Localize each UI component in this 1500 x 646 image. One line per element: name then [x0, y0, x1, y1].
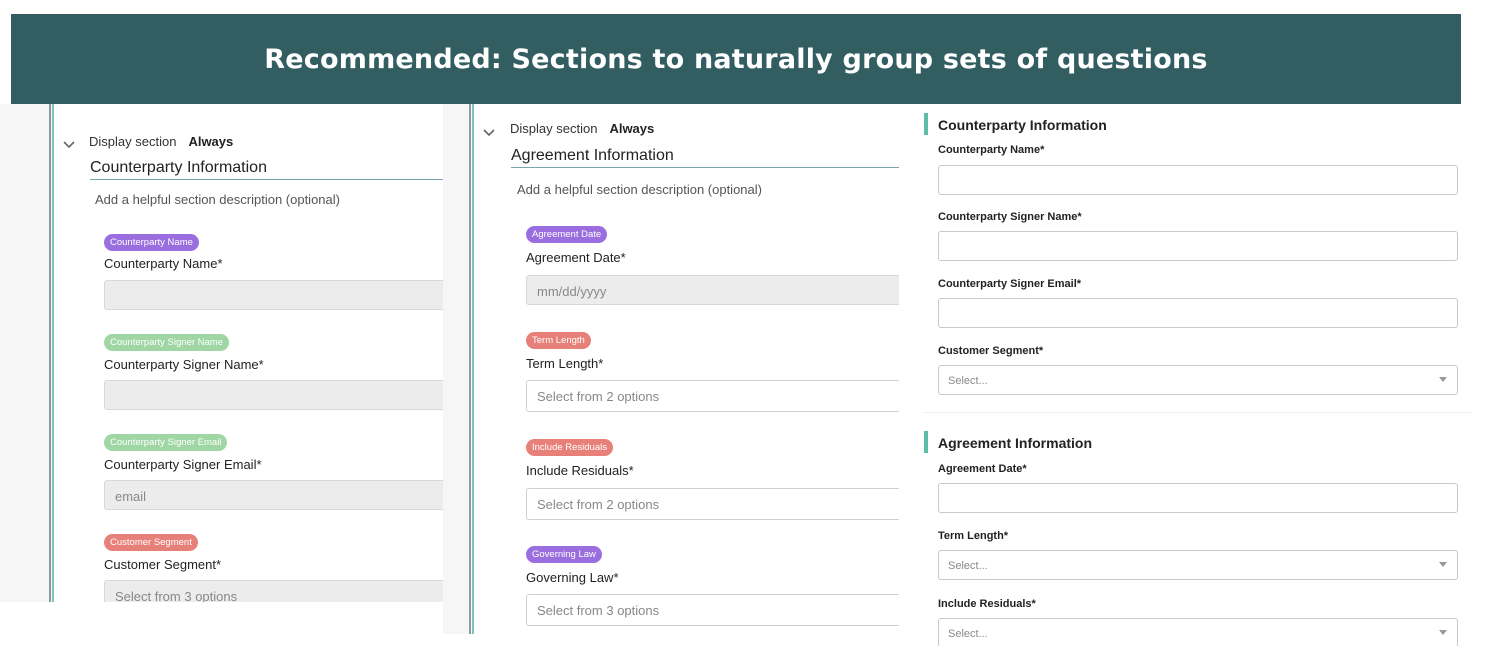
- display-section-value[interactable]: Always: [609, 121, 654, 136]
- include-residuals-select[interactable]: Select from 2 options: [526, 488, 899, 520]
- counterparty-name-input[interactable]: [938, 165, 1458, 195]
- question-label: Customer Segment*: [104, 557, 222, 572]
- term-length-dropdown[interactable]: Select...: [938, 550, 1458, 580]
- field-label: Include Residuals*: [938, 598, 1036, 610]
- field-label: Counterparty Name*: [938, 144, 1045, 156]
- signer-email-input[interactable]: [938, 298, 1458, 328]
- section-description-input[interactable]: Add a helpful section description (optio…: [517, 182, 762, 197]
- term-length-select[interactable]: Select from 2 options: [526, 380, 899, 412]
- dropdown-value: Select...: [948, 560, 988, 572]
- customer-segment-select[interactable]: Select from 3 options: [104, 580, 443, 602]
- section-title-input[interactable]: Agreement Information: [511, 147, 899, 168]
- header-banner: Recommended: Sections to naturally group…: [11, 14, 1461, 104]
- form-preview-panel: Counterparty Information Counterparty Na…: [924, 104, 1472, 646]
- section-description-input[interactable]: Add a helpful section description (optio…: [95, 192, 340, 207]
- section-title-input[interactable]: Counterparty Information: [90, 159, 443, 180]
- field-label: Counterparty Signer Name*: [938, 211, 1082, 223]
- question-label: Agreement Date*: [526, 250, 626, 265]
- chevron-down-icon[interactable]: [482, 126, 496, 140]
- section-rail: [49, 104, 51, 602]
- signer-name-input[interactable]: [938, 231, 1458, 261]
- display-section-row[interactable]: Display section Always: [89, 134, 233, 149]
- dropdown-value: Select...: [948, 628, 988, 640]
- preview-section-title: Counterparty Information: [938, 117, 1107, 133]
- include-residuals-dropdown[interactable]: Select...: [938, 618, 1458, 646]
- signer-email-field[interactable]: email: [104, 480, 443, 510]
- question-label: Include Residuals*: [526, 463, 634, 478]
- banner-title: Recommended: Sections to naturally group…: [264, 43, 1208, 75]
- section-accent-bar: [924, 431, 928, 453]
- field-label: Customer Segment*: [938, 345, 1044, 357]
- counterparty-name-field[interactable]: [104, 280, 443, 310]
- section-rail-accent: [472, 104, 474, 634]
- signer-name-field[interactable]: [104, 380, 443, 410]
- question-tag: Governing Law: [526, 546, 602, 563]
- display-section-row[interactable]: Display section Always: [510, 121, 654, 136]
- caret-down-icon: [1439, 562, 1447, 567]
- display-section-value[interactable]: Always: [188, 134, 233, 149]
- field-label: Counterparty Signer Email*: [938, 278, 1082, 290]
- section-divider: [924, 412, 1472, 413]
- field-label: Term Length*: [938, 530, 1009, 542]
- question-tag: Include Residuals: [526, 439, 613, 456]
- display-section-label: Display section: [510, 121, 598, 136]
- question-label: Governing Law*: [526, 570, 619, 585]
- editor-panel-counterparty: Display section Always Counterparty Infor…: [0, 104, 443, 602]
- section-rail-accent: [52, 104, 54, 602]
- question-label: Term Length*: [526, 356, 604, 371]
- caret-down-icon: [1439, 377, 1447, 382]
- section-rail: [469, 104, 471, 634]
- question-tag: Counterparty Signer Email: [104, 434, 228, 451]
- question-tag: Counterparty Name: [104, 234, 199, 251]
- question-tag: Term Length: [526, 332, 591, 349]
- preview-section-title: Agreement Information: [938, 435, 1093, 451]
- governing-law-select[interactable]: Select from 3 options: [526, 594, 899, 626]
- field-label: Agreement Date*: [938, 463, 1027, 475]
- display-section-label: Display section: [89, 134, 177, 149]
- section-accent-bar: [924, 113, 928, 135]
- question-label: Counterparty Signer Name*: [104, 357, 264, 372]
- agreement-date-input[interactable]: [938, 483, 1458, 513]
- question-label: Counterparty Name*: [104, 256, 223, 271]
- customer-segment-dropdown[interactable]: Select...: [938, 365, 1458, 395]
- dropdown-value: Select...: [948, 375, 988, 387]
- question-label: Counterparty Signer Email*: [104, 457, 262, 472]
- editor-panel-agreement: Display section Always Agreement Informat…: [443, 104, 899, 634]
- chevron-down-icon[interactable]: [62, 138, 76, 152]
- agreement-date-field[interactable]: mm/dd/yyyy: [526, 275, 899, 305]
- question-tag: Customer Segment: [104, 534, 198, 551]
- caret-down-icon: [1439, 630, 1447, 635]
- question-tag: Agreement Date: [526, 226, 608, 243]
- question-tag: Counterparty Signer Name: [104, 334, 229, 351]
